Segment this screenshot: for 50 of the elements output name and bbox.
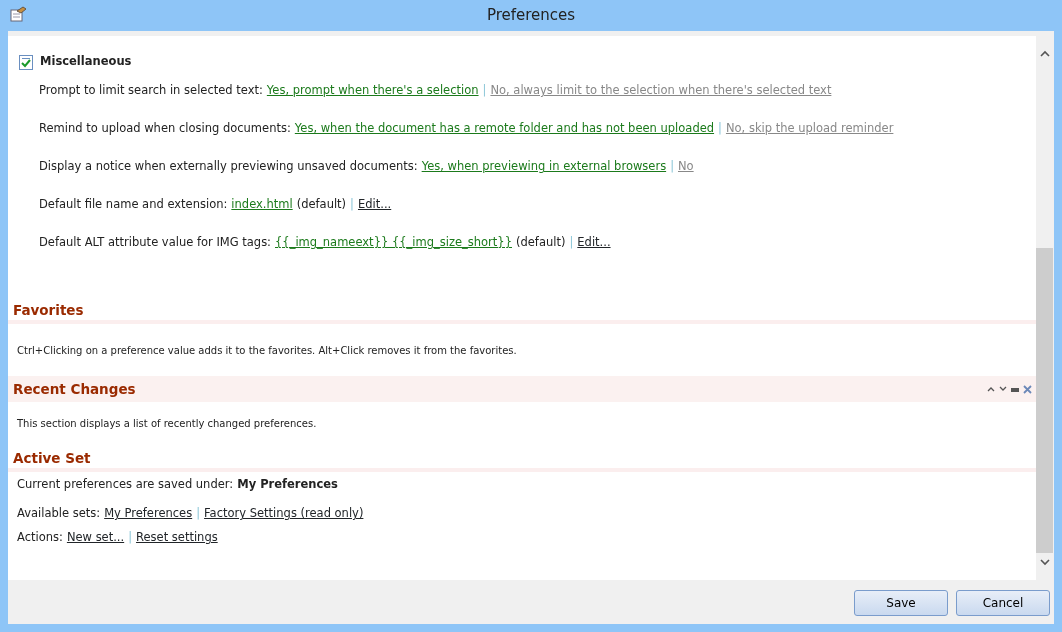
set-name: My Preferences [237, 476, 338, 494]
selected-value-link[interactable]: Yes, when the document has a remote folder and has not been uploaded [294, 120, 715, 138]
section-title: Miscellaneous [40, 52, 132, 70]
section-heading: Recent Changes [12, 379, 137, 399]
action-link[interactable]: Factory Settings (read only) [204, 505, 364, 523]
setting-label: Remind to upload when closing documents: [39, 120, 291, 138]
action-link[interactable]: Edit... [358, 196, 392, 214]
setting-label: Actions: [17, 529, 63, 547]
checkbox[interactable] [19, 54, 33, 69]
move-up-icon[interactable] [987, 386, 995, 392]
separator: | [196, 505, 201, 523]
separator: | [128, 529, 133, 547]
action-link[interactable]: New set... [66, 529, 125, 547]
section-description: This section displays a list of recently changed preferences. [16, 416, 318, 431]
selected-value-link[interactable]: {{_img_nameext}} {{_img_size_short}} [275, 234, 512, 252]
minimize-icon[interactable] [1011, 386, 1019, 392]
separator: | [718, 120, 722, 138]
separator: | [670, 158, 674, 176]
selected-value-link[interactable]: Yes, when previewing in external browsers [421, 158, 667, 176]
dialog-button[interactable]: Save [854, 590, 948, 616]
setting-label: Prompt to limit search in selected text: [39, 82, 263, 100]
action-link[interactable]: Edit... [577, 234, 611, 252]
separator: | [350, 196, 354, 214]
default-note: (default) [296, 196, 347, 214]
setting-label: Current preferences are saved under: [17, 476, 234, 494]
option-link[interactable]: No, always limit to the selection when there's selected text [490, 82, 832, 100]
set-link[interactable]: My Preferences [104, 505, 193, 523]
selected-value-link[interactable]: Yes, prompt when there's a selection [266, 82, 479, 100]
selected-value-link[interactable]: index.html [231, 196, 293, 214]
section-heading: Favorites [12, 300, 85, 320]
close-icon[interactable] [1023, 384, 1032, 394]
scrollbar-thumb[interactable] [1036, 248, 1053, 553]
setting-label: Default file name and extension: [39, 196, 228, 214]
option-link[interactable]: No [678, 158, 694, 176]
scroll-up-icon[interactable] [1040, 50, 1050, 57]
action-link[interactable]: Reset settings [136, 529, 218, 547]
dialog-button[interactable]: Cancel [956, 590, 1050, 616]
move-down-icon[interactable] [999, 386, 1007, 392]
section-heading: Active Set [12, 448, 92, 468]
scroll-down-icon[interactable] [1040, 559, 1050, 566]
app-icon [10, 6, 28, 22]
separator: | [482, 82, 487, 100]
default-note: (default) [516, 234, 566, 252]
separator: | [569, 234, 574, 252]
window-title: Preferences [486, 5, 576, 27]
setting-label: Default ALT attribute value for IMG tags: [39, 234, 271, 252]
option-link[interactable]: No, skip the upload reminder [725, 120, 894, 138]
setting-label: Display a notice when externally previewing unsaved documents: [39, 158, 418, 176]
section-description: Ctrl+Clicking on a preference value adds it to the favorites. Alt+Click removes it from the favorites. [16, 343, 518, 358]
setting-label: Available sets: [17, 505, 101, 523]
